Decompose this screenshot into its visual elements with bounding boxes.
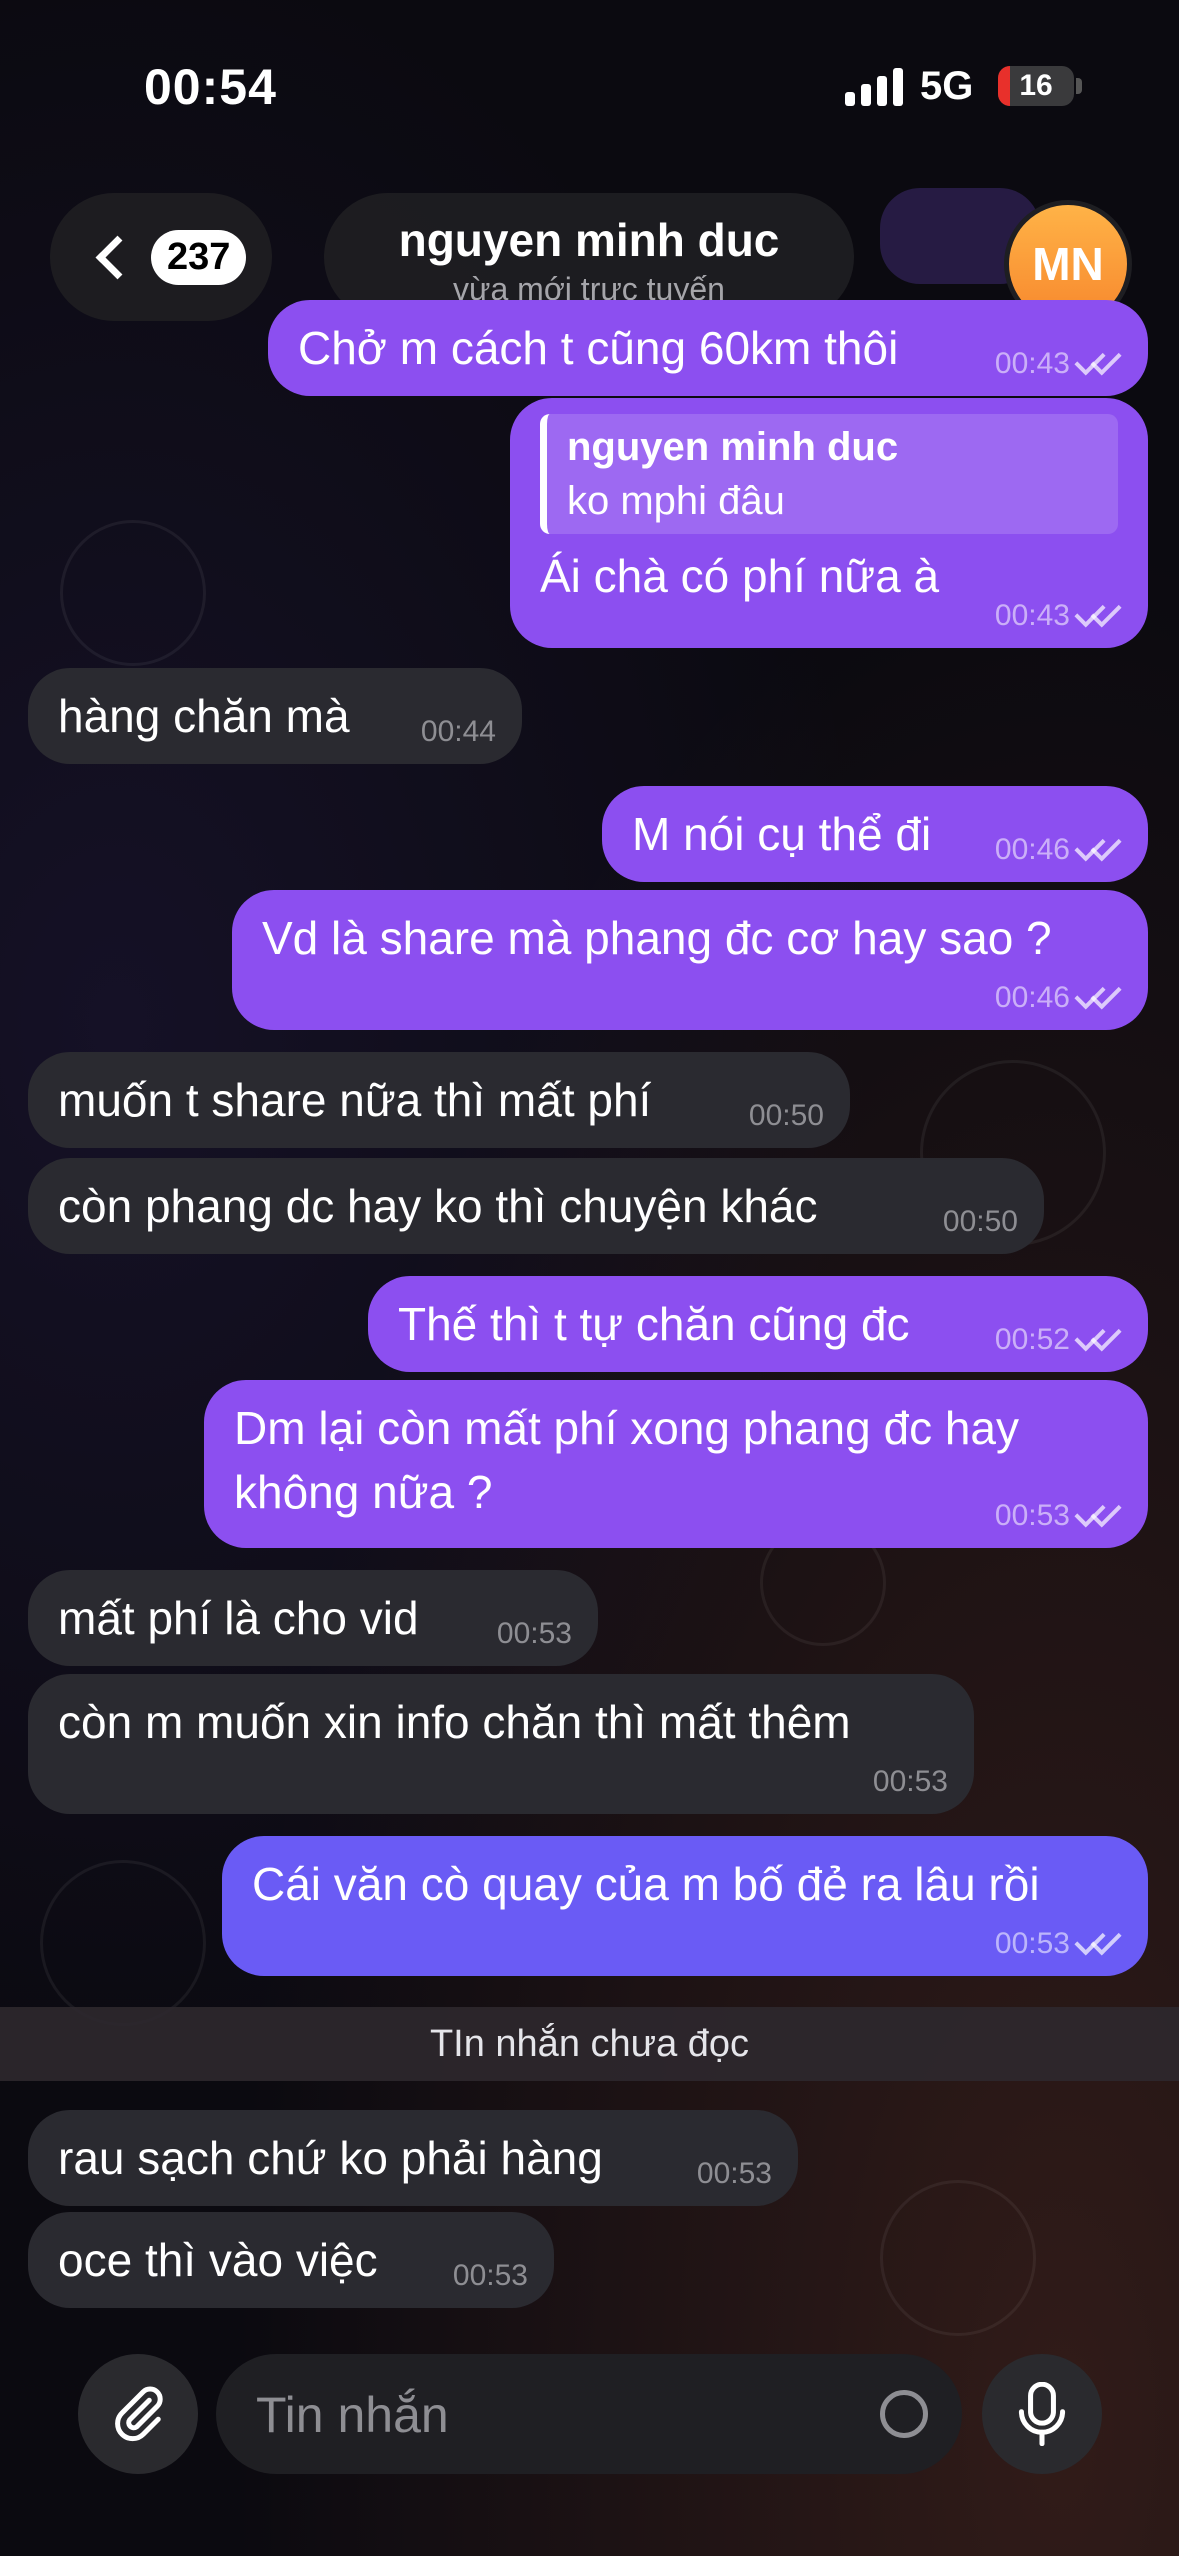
read-checkmarks-icon	[1074, 1496, 1122, 1528]
incoming-message[interactable]: còn phang dc hay ko thì chuyện khác 00:50	[28, 1158, 1044, 1254]
message-meta: 00:46	[994, 830, 1122, 868]
attach-button[interactable]	[78, 2354, 198, 2474]
battery-percent: 16	[1019, 69, 1053, 102]
message-time: 00:46	[994, 981, 1070, 1014]
read-checkmarks-icon	[1074, 596, 1122, 628]
message-text: còn m muốn xin info chăn thì mất thêm	[58, 1696, 851, 1748]
read-checkmarks-icon	[1074, 978, 1122, 1010]
message-meta: 00:53	[453, 2258, 528, 2294]
incoming-message[interactable]: hàng chăn mà 00:44	[28, 668, 522, 764]
chevron-left-icon	[95, 235, 140, 279]
message-time: 00:53	[994, 1499, 1070, 1532]
reply-text: ko mphi đâu	[567, 479, 785, 523]
back-button[interactable]: 237	[50, 193, 272, 321]
contact-name: nguyen minh duc	[398, 214, 780, 266]
outgoing-message[interactable]: Thế thì t tự chăn cũng đc 00:52	[368, 1276, 1148, 1372]
message-meta: 00:43	[994, 596, 1122, 634]
status-bar: 00:54 5G 16	[0, 0, 1179, 170]
message-text: muốn t share nữa thì mất phí	[58, 1074, 652, 1126]
message-meta: 00:44	[421, 714, 496, 750]
message-text: rau sạch chứ ko phải hàng	[58, 2132, 603, 2184]
message-meta: 00:43	[994, 344, 1122, 382]
battery-tip	[1076, 78, 1082, 94]
outgoing-message[interactable]: Dm lại còn mất phí xong phang đc hay khô…	[204, 1380, 1148, 1548]
message-text: Chở m cách t cũng 60km thôi	[298, 322, 899, 374]
sticker-icon[interactable]	[880, 2390, 928, 2438]
reply-author: nguyen minh duc	[567, 425, 899, 469]
read-checkmarks-icon	[1074, 344, 1122, 376]
message-time: 00:53	[994, 1927, 1070, 1960]
message-text: Thế thì t tự chăn cũng đc	[398, 1298, 910, 1350]
unread-divider: TIn nhắn chưa đọc	[0, 2007, 1179, 2081]
message-time: 00:43	[994, 347, 1070, 380]
read-checkmarks-icon	[1074, 830, 1122, 862]
network-type: 5G	[920, 64, 974, 108]
outgoing-message[interactable]: Cái văn cò quay của m bố đẻ ra lâu rồi 00…	[222, 1836, 1148, 1976]
message-text: Ái chà có phí nữa à	[540, 550, 940, 602]
message-text: Vd là share mà phang đc cơ hay sao ?	[262, 912, 1052, 964]
microphone-icon	[1018, 2382, 1066, 2446]
message-meta: 00:53	[497, 1616, 572, 1652]
message-meta: 00:53	[873, 1764, 948, 1800]
message-time: 00:44	[420, 715, 496, 748]
read-checkmarks-icon	[1074, 1320, 1122, 1352]
wallpaper-doodle	[40, 1860, 206, 2026]
incoming-message[interactable]: muốn t share nữa thì mất phí 00:50	[28, 1052, 850, 1148]
incoming-message[interactable]: mất phí là cho vid 00:53	[28, 1570, 598, 1666]
message-text: Cái văn cò quay của m bố đẻ ra lâu rồi	[252, 1858, 1040, 1910]
unread-count-badge: 237	[151, 229, 247, 285]
incoming-message[interactable]: còn m muốn xin info chăn thì mất thêm 00:…	[28, 1674, 974, 1814]
message-meta: 00:53	[994, 1924, 1122, 1962]
status-time: 00:54	[144, 59, 277, 115]
outgoing-message[interactable]: Vd là share mà phang đc cơ hay sao ? 00:4…	[232, 890, 1148, 1030]
wallpaper-doodle	[60, 520, 206, 666]
reply-quote[interactable]: nguyen minh duc ko mphi đâu	[540, 414, 1118, 534]
message-time: 00:46	[994, 833, 1070, 866]
battery-icon: 16	[998, 66, 1074, 106]
message-time: 00:53	[452, 2259, 528, 2292]
wallpaper-doodle	[880, 2180, 1036, 2336]
message-time: 00:52	[994, 1323, 1070, 1356]
message-meta: 00:52	[994, 1320, 1122, 1358]
message-meta: 00:50	[749, 1098, 824, 1134]
message-time: 00:53	[696, 2157, 772, 2190]
message-text: mất phí là cho vid	[58, 1592, 419, 1644]
message-time: 00:50	[942, 1205, 1018, 1238]
message-time: 00:53	[496, 1617, 572, 1650]
message-time: 00:53	[872, 1765, 948, 1798]
outgoing-message[interactable]: Chở m cách t cũng 60km thôi 00:43	[268, 300, 1148, 396]
message-meta: 00:50	[943, 1204, 1018, 1240]
message-meta: 00:46	[994, 978, 1122, 1016]
incoming-message[interactable]: rau sạch chứ ko phải hàng 00:53	[28, 2110, 798, 2206]
message-meta: 00:53	[994, 1496, 1122, 1534]
read-checkmarks-icon	[1074, 1924, 1122, 1956]
message-text: hàng chăn mà	[58, 690, 350, 742]
cellular-signal-icon	[845, 66, 903, 106]
message-text: M nói cụ thể đi	[632, 808, 932, 860]
message-time: 00:43	[994, 599, 1070, 632]
message-time: 00:50	[748, 1099, 824, 1132]
message-text: Dm lại còn mất phí xong phang đc hay khô…	[234, 1402, 1020, 1518]
paperclip-icon	[115, 2386, 163, 2442]
message-text: còn phang dc hay ko thì chuyện khác	[58, 1180, 818, 1232]
outgoing-message[interactable]: M nói cụ thể đi 00:46	[602, 786, 1148, 882]
message-input-container	[216, 2354, 962, 2476]
message-meta: 00:53	[697, 2156, 772, 2192]
message-text: oce thì vào việc	[58, 2234, 378, 2286]
incoming-message[interactable]: oce thì vào việc 00:53	[28, 2212, 554, 2308]
message-input[interactable]	[254, 2354, 858, 2476]
microphone-button[interactable]	[982, 2354, 1102, 2474]
outgoing-message[interactable]: nguyen minh duc ko mphi đâu Ái chà có phí …	[510, 398, 1148, 648]
